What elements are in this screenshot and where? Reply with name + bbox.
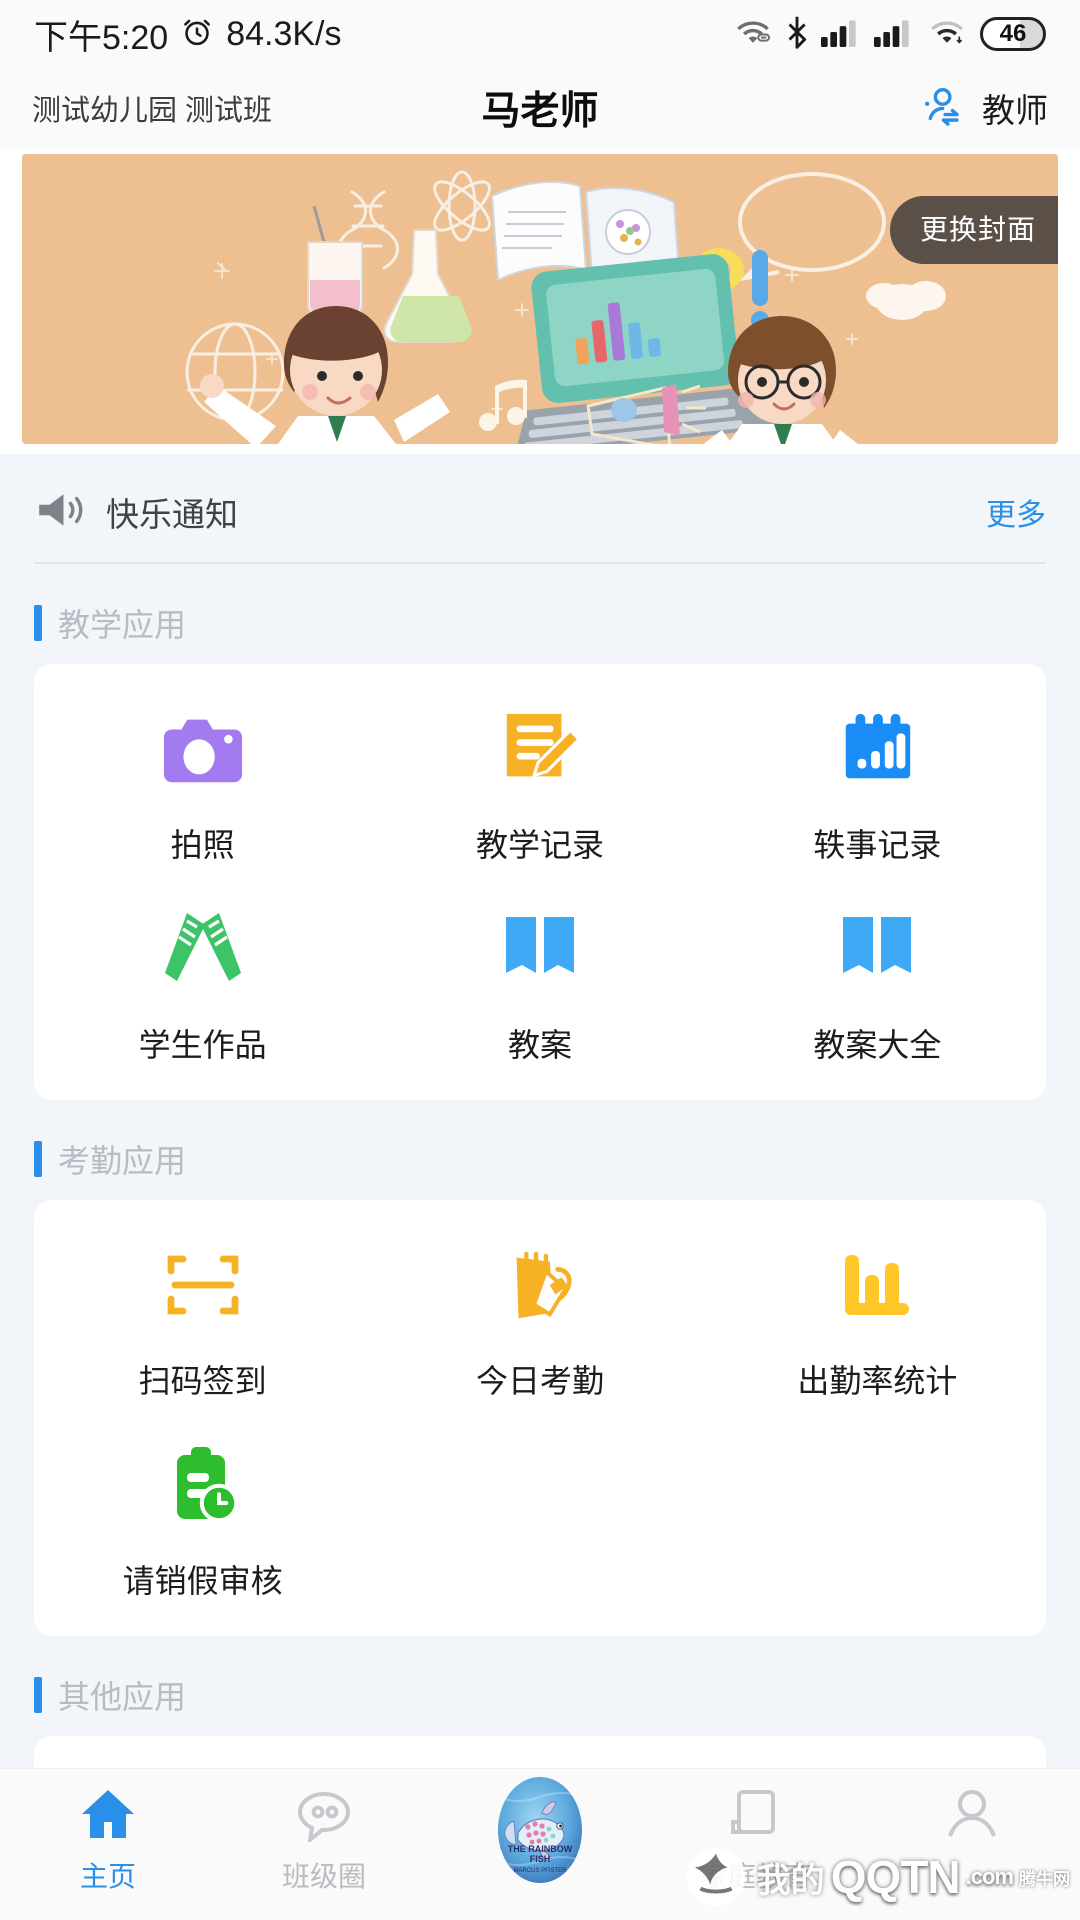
app-item-lesson-plan-library[interactable]: 教案大全 [709, 882, 1046, 1082]
breadcrumb[interactable]: 测试幼儿园 测试班 [32, 87, 272, 129]
book-icon[interactable] [727, 1783, 785, 1845]
status-bar-left: 下午5:20 84.3K/s [34, 10, 342, 59]
rainbow-fish-icon[interactable]: THE RAINBOW FISH MARCUS PFISTER [498, 1777, 582, 1883]
home-icon[interactable] [78, 1783, 138, 1845]
network-speed: 84.3K/s [226, 14, 342, 53]
crossed-brush-icon[interactable] [161, 904, 245, 994]
clipboard-pen-icon[interactable] [499, 1240, 581, 1330]
banner-section: 更换封面 [0, 148, 1080, 454]
tab-class-circle[interactable]: 班级圈 [216, 1783, 432, 1895]
tab-label: 班级圈 [281, 1861, 366, 1892]
app-label: 教案 [507, 1027, 572, 1063]
fish-badge-title: THE RAINBOW FISH MARCUS PFISTER [507, 1844, 573, 1875]
notice-title: 快乐通知 [106, 496, 238, 533]
section-title: 其他应用 [58, 1679, 187, 1715]
teaching-apps-grid: 拍照 教学记录 轶事记录 学生作品 教案 教案大全 [34, 682, 1046, 1082]
section-title: 教学应用 [58, 607, 187, 643]
section-accent-bar [34, 605, 42, 641]
section-header-teaching: 教学应用 [0, 564, 1080, 664]
app-label: 轶事记录 [813, 827, 942, 863]
bar-chart-icon[interactable] [837, 1240, 917, 1330]
scan-code-icon[interactable] [163, 1240, 243, 1330]
app-label: 出勤率统计 [797, 1363, 958, 1399]
signal-sim2-icon [874, 16, 914, 53]
user-switch-icon[interactable] [918, 83, 964, 134]
app-item-student-works[interactable]: 学生作品 [34, 882, 371, 1082]
app-sections-scroll[interactable]: 教学应用 拍照 教学记录 轶事记录 学生作品 教案 教案大全 考勤应用 扫码签到… [0, 564, 1080, 1920]
app-label: 教学记录 [475, 827, 604, 863]
watermark-tld: .com [965, 1864, 1014, 1889]
teaching-apps-card: 拍照 教学记录 轶事记录 学生作品 教案 教案大全 [34, 664, 1046, 1100]
bluetooth-icon [786, 15, 808, 54]
speaker-icon [34, 489, 86, 536]
leave-approval-icon[interactable] [165, 1440, 241, 1530]
status-bar: 下午5:20 84.3K/s 46 [0, 0, 1080, 68]
phone-screen: 下午5:20 84.3K/s 46 测试幼儿园 测试班 马老师 教师 更换封面 … [0, 0, 1080, 1920]
wifi-icon [927, 16, 967, 53]
person-icon[interactable] [943, 1783, 1001, 1845]
cover-illustration [22, 154, 1058, 444]
signal-sim1-icon [821, 16, 861, 53]
fish-badge-sub: MARCUS PFISTER [513, 1868, 567, 1875]
wifi-link-icon [733, 16, 773, 53]
attendance-apps-card: 扫码签到 今日考勤 出勤率统计 请销假审核 [34, 1200, 1046, 1636]
bar-chart-board-icon[interactable] [836, 704, 918, 794]
app-item-today-attendance[interactable]: 今日考勤 [371, 1218, 708, 1418]
section-accent-bar [34, 1677, 42, 1713]
open-book-icon[interactable] [837, 904, 917, 994]
alarm-clock-icon [180, 15, 214, 54]
app-label: 学生作品 [138, 1027, 267, 1063]
watermark-tag: 腾牛网 [1019, 1869, 1070, 1889]
app-label: 扫码签到 [138, 1363, 267, 1399]
note-edit-icon[interactable] [499, 704, 581, 794]
battery-level: 46 [999, 20, 1027, 47]
notice-row[interactable]: 快乐通知 更多 [34, 488, 1046, 564]
app-item-teaching-record[interactable]: 教学记录 [371, 682, 708, 882]
app-item-attendance-rate[interactable]: 出勤率统计 [709, 1218, 1046, 1418]
section-accent-bar [34, 1141, 42, 1177]
tab-label: 家庭教育 [699, 1861, 812, 1892]
class-cover-banner[interactable]: 更换封面 [22, 154, 1058, 444]
section-header-attendance: 考勤应用 [0, 1100, 1080, 1200]
notice-bar: 快乐通知 更多 [0, 454, 1080, 564]
app-item-anecdote-record[interactable]: 轶事记录 [709, 682, 1046, 882]
tab-rainbow-fish[interactable]: THE RAINBOW FISH MARCUS PFISTER [432, 1777, 648, 1883]
app-item-leave-approval[interactable]: 请销假审核 [34, 1418, 371, 1618]
status-bar-right: 46 [733, 15, 1046, 54]
bottom-navigation: 主页 班级圈 THE RAINBOW FISH MARCUS PFISTER 家… [0, 1768, 1080, 1920]
tab-home[interactable]: 主页 [0, 1783, 216, 1895]
battery-indicator: 46 [980, 17, 1046, 51]
app-label: 拍照 [170, 827, 235, 863]
notice-more-link[interactable]: 更多 [986, 490, 1046, 534]
tab-family-education[interactable]: 家庭教育 [648, 1783, 864, 1895]
app-header: 测试幼儿园 测试班 马老师 教师 [0, 68, 1080, 148]
app-label: 今日考勤 [475, 1363, 604, 1399]
role-switcher[interactable]: 教师 [918, 83, 1048, 134]
app-item-take-photo[interactable]: 拍照 [34, 682, 371, 882]
role-label[interactable]: 教师 [982, 84, 1048, 132]
app-label: 请销假审核 [122, 1563, 283, 1599]
app-label: 教案大全 [813, 1027, 942, 1063]
open-book-icon[interactable] [500, 904, 580, 994]
change-cover-button[interactable]: 更换封面 [889, 196, 1058, 264]
app-item-lesson-plan[interactable]: 教案 [371, 882, 708, 1082]
app-item-scan-checkin[interactable]: 扫码签到 [34, 1218, 371, 1418]
section-header-other: 其他应用 [0, 1636, 1080, 1736]
status-time: 下午5:20 [34, 18, 169, 57]
chat-icon[interactable] [294, 1783, 354, 1845]
tab-profile[interactable] [864, 1783, 1080, 1855]
tab-label: 主页 [79, 1861, 136, 1892]
camera-icon[interactable] [160, 704, 246, 794]
attendance-apps-grid: 扫码签到 今日考勤 出勤率统计 请销假审核 [34, 1218, 1046, 1618]
section-title: 考勤应用 [58, 1143, 187, 1179]
